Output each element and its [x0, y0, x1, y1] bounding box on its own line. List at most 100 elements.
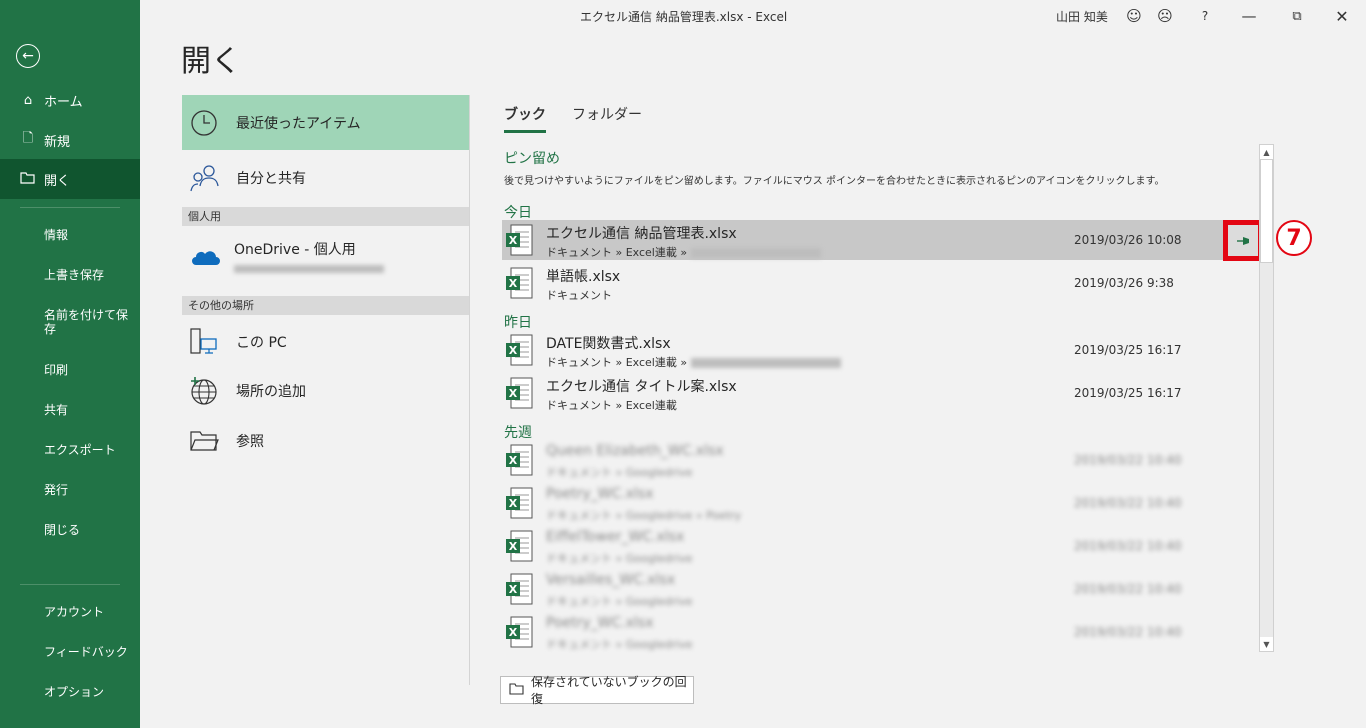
file-name: Versailles_WC.xlsx: [546, 572, 676, 588]
restore-icon[interactable]: ⧉: [1285, 4, 1309, 28]
file-date: 2019/03/22 10:40: [1074, 539, 1182, 553]
recent-file-row[interactable]: X 単語帳.xlsx ドキュメント 2019/03/26 9:38: [502, 263, 1256, 303]
file-path-text: ドキュメント » Excel連載 »: [546, 356, 688, 369]
file-date: 2019/03/22 10:40: [1074, 453, 1182, 467]
smiley-icon[interactable]: ☺: [1122, 4, 1146, 28]
recent-file-row[interactable]: X エクセル通信 タイトル案.xlsx ドキュメント » Excel連載 201…: [502, 373, 1256, 413]
folder-open-icon: [509, 682, 525, 698]
file-path: ドキュメント » Googledrive: [546, 466, 693, 479]
shared-people-icon: [182, 164, 226, 192]
home-icon: ⌂: [23, 92, 33, 108]
file-path: ドキュメント » Googledrive: [546, 552, 693, 565]
file-path: ドキュメント » Excel連載: [546, 399, 677, 412]
excel-file-icon: X: [506, 573, 533, 605]
recent-file-row[interactable]: X EiffelTower_WC.xlsx ドキュメント » Googledri…: [502, 526, 1256, 566]
recent-file-row[interactable]: X Poetry_WC.xlsx ドキュメント » Googledrive » …: [502, 483, 1256, 523]
nav-home[interactable]: ⌂ ホーム: [0, 80, 140, 120]
file-date: 2019/03/26 10:08: [1074, 233, 1182, 247]
pin-file-button[interactable]: [1223, 220, 1263, 261]
file-name: Poetry_WC.xlsx: [546, 486, 654, 502]
group-today: 今日: [504, 205, 532, 221]
nav-save[interactable]: 上書き保存: [44, 268, 134, 282]
svg-text:X: X: [509, 497, 518, 510]
place-add-location-label: 場所の追加: [236, 384, 306, 400]
excel-file-icon: X: [506, 224, 533, 256]
nav-account[interactable]: アカウント: [44, 605, 134, 619]
file-type-tabs: ブック フォルダー: [504, 104, 642, 133]
excel-file-icon: X: [506, 267, 533, 299]
place-recent-label: 最近使ったアイテム: [236, 115, 361, 132]
excel-file-icon: X: [506, 444, 533, 476]
close-icon[interactable]: ✕: [1330, 4, 1354, 28]
scroll-down-icon[interactable]: ▼: [1260, 637, 1273, 651]
nav-feedback[interactable]: フィードバック: [44, 645, 134, 659]
recent-file-row[interactable]: X DATE関数書式.xlsx ドキュメント » Excel連載 » 2019/…: [502, 330, 1256, 370]
pinned-description: 後で見つけやすいようにファイルをピン留めします。ファイルにマウス ポインターを合…: [504, 176, 1165, 187]
backstage-nav: ← ⌂ ホーム 🗋 新規 開く 情報 上書き保存 名前を付けて保存 印刷 共有 …: [0, 0, 140, 728]
file-name: 単語帳.xlsx: [546, 269, 621, 285]
place-shared-label: 自分と共有: [236, 170, 306, 187]
excel-file-icon: X: [506, 530, 533, 562]
redacted-email: [234, 265, 384, 273]
file-name: Queen Elizabeth_WC.xlsx: [546, 443, 724, 459]
place-this-pc-label: この PC: [236, 335, 287, 351]
step-number-badge: 7: [1276, 220, 1312, 256]
folder-icon: [182, 429, 226, 453]
new-document-icon: 🗋: [22, 131, 34, 146]
excel-backstage-open: ← ⌂ ホーム 🗋 新規 開く 情報 上書き保存 名前を付けて保存 印刷 共有 …: [0, 0, 1366, 728]
recent-file-row[interactable]: X Versailles_WC.xlsx ドキュメント » Googledriv…: [502, 569, 1256, 609]
file-date: 2019/03/22 10:40: [1074, 582, 1182, 596]
excel-file-icon: X: [506, 616, 533, 648]
back-arrow-icon[interactable]: ←: [16, 44, 40, 68]
place-browse-label: 参照: [236, 434, 264, 450]
computer-icon: [182, 327, 226, 357]
file-list-scrollbar[interactable]: ▲ ▼: [1259, 144, 1274, 652]
file-date: 2019/03/22 10:40: [1074, 625, 1182, 639]
place-this-pc[interactable]: この PC: [182, 320, 469, 364]
tab-folder[interactable]: フォルダー: [572, 104, 642, 133]
nav-new[interactable]: 🗋 新規: [0, 120, 140, 160]
place-add-location[interactable]: 場所の追加: [182, 369, 469, 413]
pin-icon: [1237, 236, 1249, 245]
file-name: エクセル通信 タイトル案.xlsx: [546, 379, 737, 395]
group-yesterday: 昨日: [504, 315, 532, 331]
place-onedrive[interactable]: OneDrive - 個人用: [182, 231, 469, 281]
place-recent[interactable]: 最近使ったアイテム: [182, 95, 469, 150]
scroll-thumb[interactable]: [1260, 159, 1273, 263]
place-browse[interactable]: 参照: [182, 419, 469, 463]
svg-text:X: X: [509, 387, 518, 400]
scroll-up-icon[interactable]: ▲: [1260, 145, 1273, 159]
help-icon[interactable]: ?: [1193, 4, 1217, 28]
frown-icon[interactable]: ☹: [1153, 4, 1177, 28]
svg-text:X: X: [509, 234, 518, 247]
file-path-text: ドキュメント » Excel連載 »: [546, 246, 688, 259]
recent-file-row[interactable]: X Queen Elizabeth_WC.xlsx ドキュメント » Googl…: [502, 440, 1256, 480]
nav-options[interactable]: オプション: [44, 685, 134, 699]
section-personal: 個人用: [182, 207, 469, 226]
section-other: その他の場所: [182, 296, 469, 315]
minimize-icon[interactable]: —: [1237, 4, 1261, 28]
redacted-path: [691, 358, 842, 368]
excel-file-icon: X: [506, 334, 533, 366]
svg-text:X: X: [509, 344, 518, 357]
file-path: ドキュメント » Excel連載 »: [546, 244, 822, 260]
file-date: 2019/03/26 9:38: [1074, 276, 1174, 290]
file-name: DATE関数書式.xlsx: [546, 336, 671, 352]
nav-export[interactable]: エクスポート: [44, 443, 134, 457]
user-name[interactable]: 山田 知美: [1056, 8, 1108, 25]
nav-open[interactable]: 開く: [0, 159, 140, 199]
place-shared[interactable]: 自分と共有: [182, 155, 469, 200]
recent-file-row[interactable]: X Poetry_WC.xlsx ドキュメント » Googledrive 20…: [502, 612, 1256, 652]
nav-publish[interactable]: 発行: [44, 483, 134, 497]
nav-save-as[interactable]: 名前を付けて保存: [44, 308, 134, 336]
recent-file-row[interactable]: X エクセル通信 納品管理表.xlsx ドキュメント » Excel連載 » 2…: [502, 220, 1256, 260]
file-name: EiffelTower_WC.xlsx: [546, 529, 685, 545]
nav-share[interactable]: 共有: [44, 403, 134, 417]
nav-print[interactable]: 印刷: [44, 363, 134, 377]
recover-unsaved-button[interactable]: 保存されていないブックの回復: [500, 675, 694, 706]
place-onedrive-text: OneDrive - 個人用: [234, 239, 384, 273]
nav-info[interactable]: 情報: [44, 228, 134, 242]
file-path: ドキュメント » Googledrive » Poetry: [546, 509, 742, 522]
tab-book[interactable]: ブック: [504, 104, 546, 133]
nav-close[interactable]: 閉じる: [44, 523, 134, 537]
